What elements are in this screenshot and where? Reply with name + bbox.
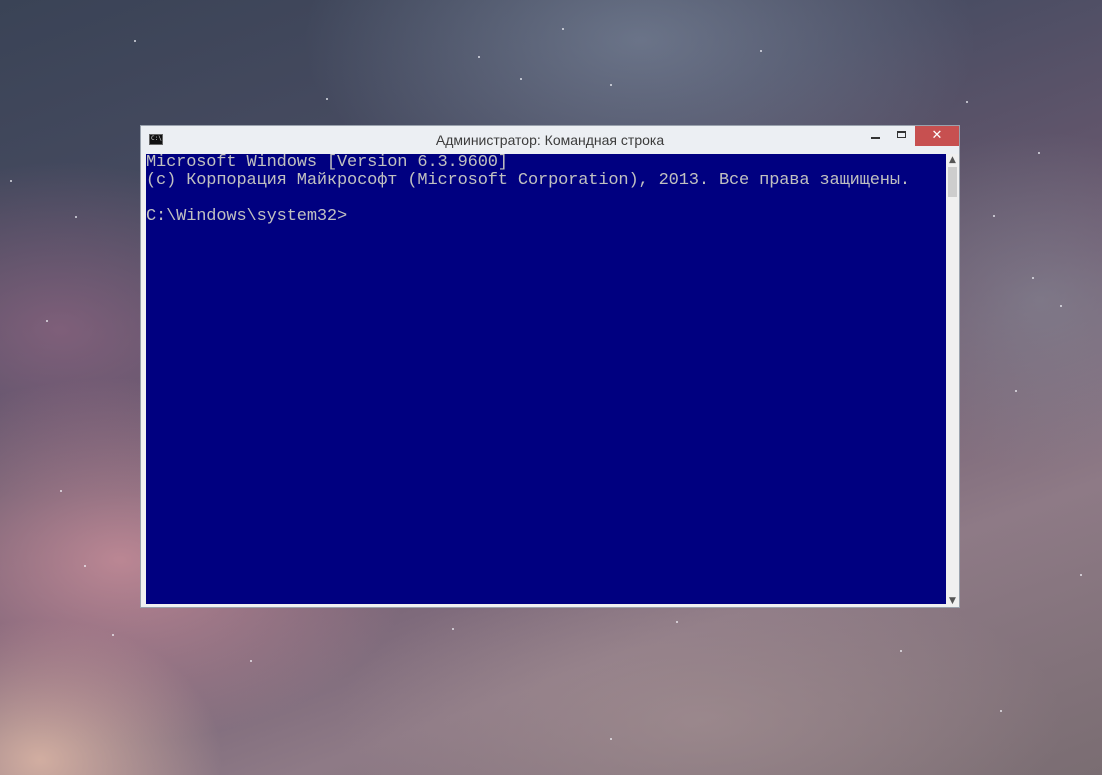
- close-icon: ✕: [931, 128, 943, 143]
- scroll-up-icon[interactable]: ▲: [946, 154, 959, 166]
- maximize-button[interactable]: [889, 126, 915, 146]
- console-line-blank: [146, 190, 946, 208]
- console-line-version: Microsoft Windows [Version 6.3.9600]: [146, 154, 508, 172]
- close-button[interactable]: ✕: [915, 126, 959, 146]
- title-bar[interactable]: C:\ Администратор: Командная строка ✕: [141, 126, 959, 154]
- scroll-thumb[interactable]: [948, 167, 957, 197]
- minimize-button[interactable]: [863, 126, 889, 146]
- console-output[interactable]: Microsoft Windows [Version 6.3.9600] (c)…: [146, 154, 946, 604]
- console-prompt[interactable]: C:\Windows\system32>: [146, 208, 946, 226]
- vertical-scrollbar[interactable]: ▲ ▼: [946, 154, 959, 607]
- console-line-copyright: (c) Корпорация Майкрософт (Microsoft Cor…: [146, 171, 910, 190]
- window-title: Администратор: Командная строка: [435, 132, 665, 148]
- scroll-down-icon[interactable]: ▼: [946, 595, 959, 607]
- command-prompt-window[interactable]: C:\ Администратор: Командная строка ✕ Mi…: [140, 125, 960, 608]
